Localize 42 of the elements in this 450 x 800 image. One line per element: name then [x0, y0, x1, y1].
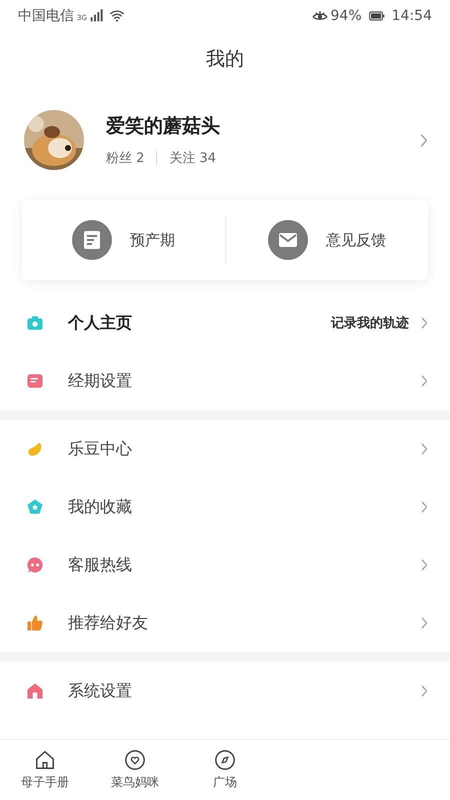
tab-item[interactable]: 菜鸟妈咪 [90, 740, 180, 800]
shortcut-label[interactable]: 意见反馈 [326, 230, 386, 250]
menu-item[interactable]: 乐豆中心 [0, 420, 450, 478]
chevron-right-icon [418, 132, 428, 148]
menu-label: 系统设置 [68, 680, 133, 702]
menu-label: 经期设置 [68, 370, 133, 392]
document-icon [72, 220, 112, 260]
profile-row[interactable]: 爱笑的蘑菇头 粉丝 2 关注 34 [0, 90, 450, 188]
menu-item[interactable]: 经期设置 [0, 352, 450, 410]
menu-label: 推荐给好友 [68, 612, 149, 634]
chevron-right-icon [419, 684, 428, 698]
stat-label[interactable]: 粉丝 2 [106, 149, 144, 167]
page-title: 我的 [205, 47, 245, 72]
tab-item[interactable]: 母子手册 [0, 740, 90, 800]
menu-item[interactable]: 个人主页 记录我的轨迹 [0, 294, 450, 352]
chevron-right-icon [419, 558, 428, 572]
menu-label: 我的收藏 [68, 496, 133, 518]
menu-item[interactable]: 客服热线 [0, 536, 450, 594]
menu-label: 客服热线 [68, 554, 133, 576]
chevron-right-icon [419, 500, 428, 514]
home-icon [34, 749, 56, 771]
chevron-right-icon [419, 374, 428, 388]
shortcut-label[interactable]: 预产期 [130, 230, 175, 250]
battery-percent: 94% [330, 8, 362, 24]
tab-item[interactable]: 广场 [180, 740, 270, 800]
heart-bubble-icon [124, 749, 146, 771]
wifi-icon [108, 8, 125, 24]
clock-time: 14:54 [392, 8, 432, 24]
chevron-right-icon [419, 442, 428, 456]
chevron-right-icon [419, 316, 428, 330]
stat-label[interactable]: 关注 34 [169, 149, 216, 167]
envelope-icon [268, 220, 308, 260]
menu-hint: 记录我的轨迹 [331, 314, 409, 332]
menu-item[interactable]: 推荐给好友 [0, 594, 450, 652]
menu-item[interactable]: 系统设置 [0, 662, 450, 720]
user-name: 爱笑的蘑菇头 [106, 114, 221, 139]
compass-icon [214, 749, 236, 771]
menu-label: 个人主页 [68, 312, 133, 334]
menu-item[interactable]: 我的收藏 [0, 478, 450, 536]
chevron-right-icon [419, 616, 428, 630]
menu-label: 乐豆中心 [68, 438, 133, 460]
carrier-name: 中国电信 [18, 7, 74, 25]
